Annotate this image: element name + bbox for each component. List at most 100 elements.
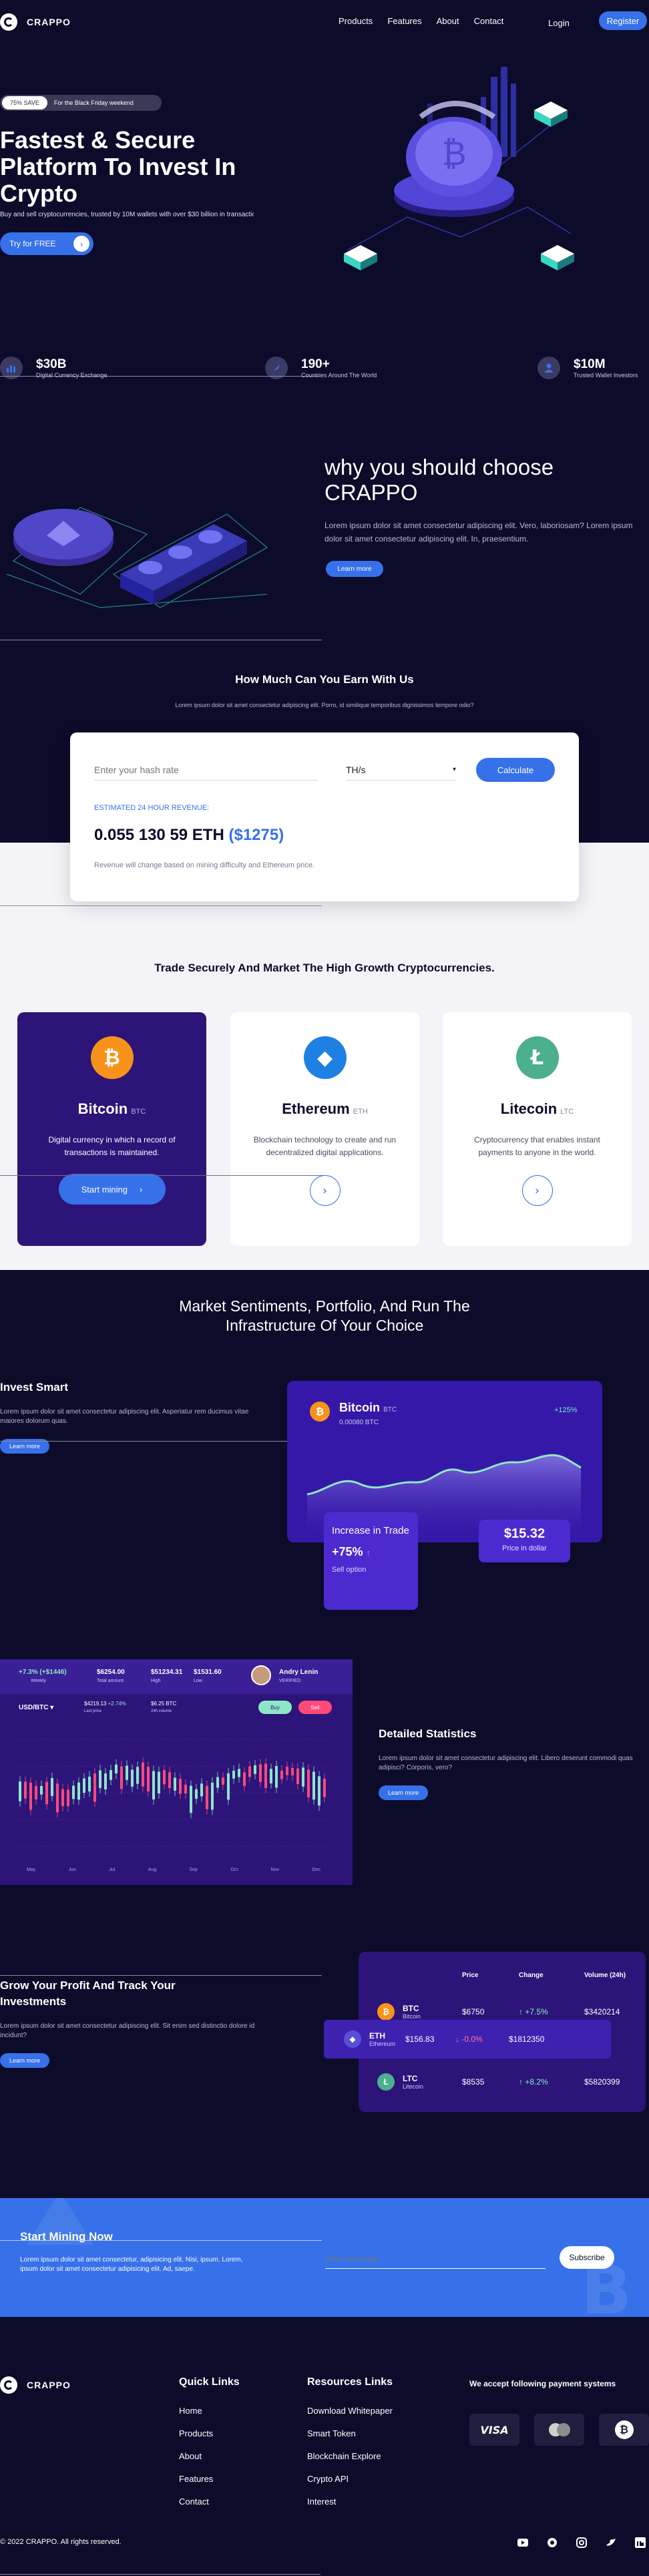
why-learn-more-button[interactable]: Learn more bbox=[326, 561, 383, 577]
chevron-right-icon: › bbox=[140, 1184, 143, 1195]
arrow-up-icon: ↑ bbox=[366, 1548, 371, 1558]
footer-link-whitepaper[interactable]: Download Whitepaper bbox=[307, 2406, 393, 2416]
estimate-label: ESTIMATED 24 HOUR REVENUE: bbox=[94, 804, 210, 812]
table-row[interactable]: Ł LTC Litecoin $8535 ↑ +8.2% $5820399 bbox=[359, 2062, 646, 2102]
candle-body bbox=[19, 1781, 21, 1801]
candle-body bbox=[29, 1782, 32, 1810]
copyright: © 2022 CRAPPO. All rights reserved. bbox=[0, 2538, 122, 2546]
footer-link-contact[interactable]: Contact bbox=[179, 2497, 240, 2507]
candle-body bbox=[232, 1770, 235, 1779]
subscribe-button[interactable]: Subscribe bbox=[560, 2246, 614, 2269]
candle-body bbox=[174, 1777, 176, 1791]
nav-about[interactable]: About bbox=[437, 16, 459, 26]
bitcoin-icon: ₿ bbox=[377, 2003, 395, 2020]
nav-links: Products Features About Contact bbox=[339, 16, 503, 26]
footer-link-features[interactable]: Features bbox=[179, 2474, 240, 2484]
linkedin-icon[interactable] bbox=[633, 2535, 648, 2550]
stat-investors: $10M Trusted Wallet Investors bbox=[537, 357, 638, 379]
youtube-icon[interactable] bbox=[515, 2535, 530, 2550]
candle-body bbox=[238, 1769, 240, 1777]
whatsapp-icon[interactable] bbox=[545, 2535, 560, 2550]
candle-body bbox=[72, 1785, 75, 1799]
start-mining-button[interactable]: Start mining › bbox=[58, 1174, 166, 1205]
candle-body bbox=[200, 1783, 203, 1797]
candle-body bbox=[56, 1783, 59, 1813]
chevron-down-icon: ▾ bbox=[50, 1704, 54, 1711]
footer-link-interest[interactable]: Interest bbox=[307, 2497, 393, 2507]
pair-select[interactable]: USD/BTC ▾ bbox=[19, 1704, 53, 1711]
logo[interactable]: CRAPPO bbox=[0, 13, 71, 31]
cube-icon-top bbox=[534, 101, 568, 127]
candle-body bbox=[51, 1777, 53, 1796]
candle-body bbox=[110, 1769, 112, 1780]
chevron-right-icon: › bbox=[322, 1183, 328, 1198]
candle-body bbox=[264, 1763, 267, 1788]
litecoin-card[interactable]: Ł Litecoin LTC Cryptocurrency that enabl… bbox=[443, 1012, 632, 1246]
badge-text: For the Black Friday weekend bbox=[53, 99, 134, 106]
nav-contact[interactable]: Contact bbox=[474, 16, 504, 26]
footer-link-products[interactable]: Products bbox=[179, 2428, 240, 2438]
ethereum-icon: ◆ bbox=[344, 2030, 361, 2048]
trading-dashboard: +7.3% (+$1446) Weekly $6254.00 Total amo… bbox=[0, 1659, 353, 1885]
footer-link-about[interactable]: About bbox=[179, 2451, 240, 2461]
hero-badge: 75% SAVE For the Black Friday weekend bbox=[0, 95, 162, 111]
register-button[interactable]: Register bbox=[599, 11, 647, 30]
avatar[interactable] bbox=[251, 1665, 271, 1685]
candle-body bbox=[158, 1771, 160, 1793]
mining-rig-illustration bbox=[7, 507, 268, 608]
instagram-icon[interactable] bbox=[574, 2535, 589, 2550]
divider bbox=[0, 2240, 322, 2241]
cta-text: Lorem ipsum dolor sit amet consectetur, … bbox=[20, 2256, 243, 2273]
cta-band: B Start Mining Now Lorem ipsum dolor sit… bbox=[0, 2198, 649, 2317]
footer-link-home[interactable]: Home bbox=[179, 2406, 240, 2416]
ethereum-next-button[interactable]: › bbox=[309, 1175, 341, 1206]
candle-body bbox=[302, 1767, 304, 1787]
litecoin-next-button[interactable]: › bbox=[521, 1175, 553, 1206]
candle-body bbox=[136, 1767, 139, 1784]
why-text: Lorem ipsum dolor sit amet consectetur a… bbox=[324, 521, 633, 544]
candle-body bbox=[77, 1782, 80, 1800]
stats-learn-more-button[interactable]: Learn more bbox=[379, 1785, 428, 1800]
footer-logo[interactable]: CRAPPO bbox=[0, 2376, 71, 2394]
footer-link-blockchain[interactable]: Blockchain Explore bbox=[307, 2451, 393, 2461]
hero-cta-button[interactable]: Try for FREE › bbox=[0, 232, 93, 255]
bitcoin-card[interactable]: ₿ Bitcoin BTC Digital currency in which … bbox=[17, 1012, 206, 1246]
message-input[interactable] bbox=[325, 2249, 546, 2269]
nav-features[interactable]: Features bbox=[387, 16, 421, 26]
increase-trade-card: Increase in Trade +75% ↑ Sell option bbox=[324, 1512, 418, 1610]
payment-title: We accept following payment systems bbox=[469, 2379, 616, 2388]
candle-body bbox=[227, 1773, 230, 1800]
calc-subtitle: Lorem ipsum dolor sit amet consectetur a… bbox=[175, 702, 474, 708]
footer-link-crypto-api[interactable]: Crypto API bbox=[307, 2474, 393, 2484]
candle-body bbox=[323, 1778, 326, 1797]
unit-select[interactable]: TH/s ▾ bbox=[346, 759, 456, 781]
track-learn-more-button[interactable]: Learn more bbox=[0, 2053, 49, 2068]
candle-body bbox=[291, 1767, 294, 1775]
cta-title: Start Mining Now bbox=[20, 2230, 113, 2243]
sell-button[interactable]: Sell bbox=[298, 1701, 332, 1714]
login-link[interactable]: Login bbox=[548, 18, 570, 28]
divider bbox=[0, 1175, 323, 1176]
table-row-highlighted[interactable]: ◆ ETH Ethereum $156.83 ↓ -0.0% $1812350 bbox=[324, 2020, 611, 2059]
candle-body bbox=[254, 1765, 256, 1774]
brand-name: CRAPPO bbox=[27, 17, 71, 27]
logo-icon bbox=[0, 13, 17, 31]
candle-body bbox=[88, 1776, 91, 1792]
twitter-icon[interactable] bbox=[604, 2535, 618, 2550]
x-axis-labels: May Jun Jul Aug Sep Oct Nov Dec bbox=[27, 1868, 320, 1872]
candle-body bbox=[67, 1789, 69, 1807]
buy-button[interactable]: Buy bbox=[258, 1701, 292, 1714]
calculate-button[interactable]: Calculate bbox=[476, 758, 555, 782]
price-table: Price Change Volume (24h) ₿ BTC Bitcoin $… bbox=[324, 1952, 646, 2112]
candle-body bbox=[168, 1772, 171, 1789]
candle-body bbox=[184, 1784, 187, 1794]
hero-title: Fastest & Secure Platform To Invest In C… bbox=[0, 126, 236, 207]
hero-illustration: ₿ bbox=[344, 67, 574, 270]
candle-body bbox=[120, 1766, 123, 1789]
nav-products[interactable]: Products bbox=[339, 16, 373, 26]
quick-links: Quick Links Home Products About Features… bbox=[179, 2376, 240, 2507]
track-title: Grow Your Profit And Track Your Investme… bbox=[0, 1979, 176, 2008]
ethereum-card[interactable]: ◆ Ethereum ETH Blockchain technology to … bbox=[230, 1012, 419, 1246]
hash-rate-input[interactable] bbox=[94, 759, 318, 781]
footer-link-smart-token[interactable]: Smart Token bbox=[307, 2428, 393, 2438]
